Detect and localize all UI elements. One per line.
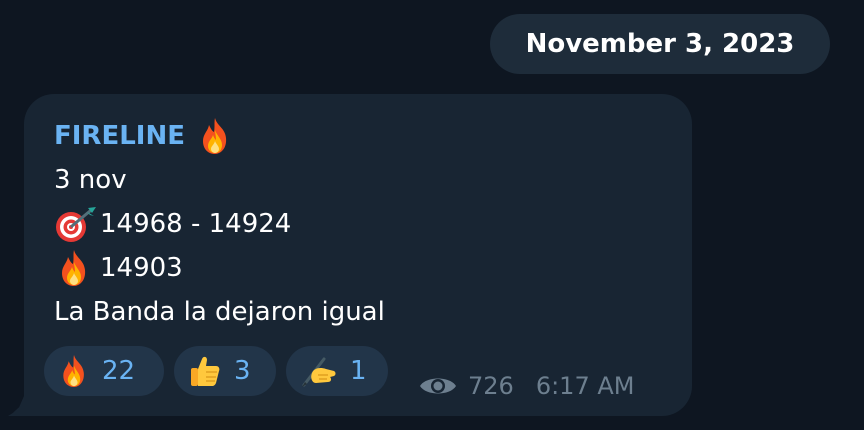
sender-name[interactable]: FIRELINE [54, 121, 185, 151]
message-sender[interactable]: FIRELINE [54, 114, 233, 158]
reaction-count: 3 [234, 356, 251, 386]
message-line-note: La Banda la dejaron igual [54, 292, 385, 332]
thumbs-up-emoji-icon [188, 353, 222, 389]
reaction-fire[interactable]: 22 [44, 346, 164, 396]
reaction-count: 22 [102, 356, 136, 386]
message-line-text: 14968 - 14924 [100, 209, 292, 239]
message-line-text: 14903 [100, 253, 183, 283]
fire-emoji-icon [58, 353, 90, 389]
fire-emoji-icon [197, 116, 233, 156]
message-line-fire: 14903 [54, 248, 183, 288]
date-separator-label: November 3, 2023 [525, 29, 795, 59]
message-time: 6:17 AM [535, 372, 635, 400]
target-dart-icon [54, 204, 100, 244]
reaction-writing-hand[interactable]: 1 [286, 346, 388, 396]
message-line-target: 14968 - 14924 [54, 204, 291, 244]
message-line-date: 3 nov [54, 160, 127, 200]
message-line-text: La Banda la dejaron igual [54, 297, 385, 327]
writing-hand-emoji-icon [300, 353, 338, 389]
reaction-count: 1 [350, 356, 367, 386]
message-meta: 726 6:17 AM [418, 366, 634, 406]
message-line-text: 3 nov [54, 165, 127, 195]
reaction-thumbs-up[interactable]: 3 [174, 346, 276, 396]
bubble-tail [8, 396, 24, 416]
date-separator: November 3, 2023 [490, 14, 830, 74]
fire-emoji-icon [54, 248, 100, 288]
eye-icon [418, 373, 458, 399]
view-count: 726 [468, 372, 514, 400]
